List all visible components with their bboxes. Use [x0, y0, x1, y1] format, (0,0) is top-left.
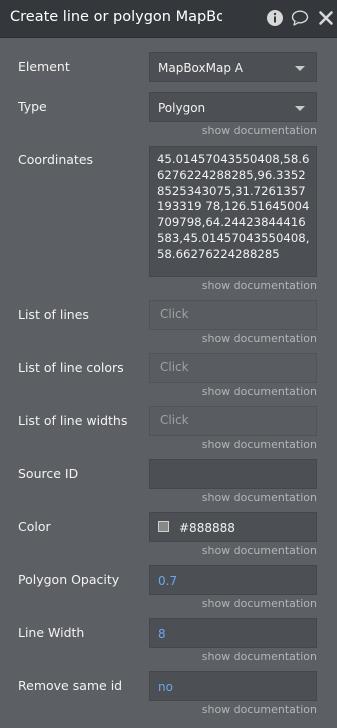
list-of-line-colors-click-button[interactable]: Click	[160, 360, 189, 374]
list-of-lines-show-documentation[interactable]: show documentation	[202, 332, 317, 345]
remove-same-id-label: Remove same id	[18, 678, 123, 693]
comment-icon[interactable]	[291, 9, 309, 27]
list-of-lines-click-button[interactable]: Click	[160, 307, 189, 321]
type-show-documentation[interactable]: show documentation	[202, 124, 317, 137]
list-of-line-colors-field[interactable]: Click	[149, 353, 317, 383]
line-width-show-documentation[interactable]: show documentation	[202, 650, 317, 663]
panel-title: Create line or polygon MapBoxM	[10, 9, 222, 25]
color-input[interactable]: #888888	[149, 512, 317, 542]
line-width-input[interactable]: 8	[149, 618, 317, 648]
polygon-opacity-show-documentation[interactable]: show documentation	[202, 597, 317, 610]
list-of-line-widths-label: List of line widths	[18, 413, 128, 428]
close-icon[interactable]	[317, 9, 335, 27]
remove-same-id-input[interactable]: no	[149, 671, 317, 701]
color-value: #888888	[179, 521, 235, 535]
list-of-lines-label: List of lines	[18, 307, 89, 322]
color-label: Color	[18, 519, 51, 534]
line-width-label: Line Width	[18, 625, 85, 640]
coordinates-label: Coordinates	[18, 152, 94, 167]
type-label: Type	[18, 99, 47, 114]
line-width-value: 8	[158, 627, 166, 641]
color-show-documentation[interactable]: show documentation	[202, 544, 317, 557]
remove-same-id-show-documentation[interactable]: show documentation	[202, 703, 317, 716]
source-id-label: Source ID	[18, 466, 79, 481]
info-icon[interactable]	[266, 9, 284, 27]
type-dropdown[interactable]: Polygon	[149, 92, 317, 122]
type-value: Polygon	[158, 101, 206, 115]
remove-same-id-value: no	[158, 680, 173, 694]
source-id-show-documentation[interactable]: show documentation	[202, 491, 317, 504]
element-value: MapBoxMap A	[158, 61, 243, 75]
polygon-opacity-input[interactable]: 0.7	[149, 565, 317, 595]
chevron-down-icon	[295, 106, 305, 111]
polygon-opacity-label: Polygon Opacity	[18, 572, 120, 587]
list-of-line-widths-field[interactable]: Click	[149, 406, 317, 436]
list-of-line-colors-show-documentation[interactable]: show documentation	[202, 385, 317, 398]
element-dropdown[interactable]: MapBoxMap A	[149, 52, 317, 82]
list-of-line-widths-show-documentation[interactable]: show documentation	[202, 438, 317, 451]
color-swatch[interactable]	[158, 521, 169, 532]
panel-header: Create line or polygon MapBoxM	[0, 0, 337, 38]
chevron-down-icon	[295, 66, 305, 71]
polygon-opacity-value: 0.7	[158, 574, 178, 588]
coordinates-input[interactable]: 45.01457043550408,58.66276224288285,96.3…	[149, 146, 317, 277]
list-of-line-colors-label: List of line colors	[18, 360, 124, 375]
list-of-lines-field[interactable]: Click	[149, 300, 317, 330]
element-label: Element	[18, 59, 70, 74]
coordinates-show-documentation[interactable]: show documentation	[202, 279, 317, 292]
list-of-line-widths-click-button[interactable]: Click	[160, 413, 189, 427]
source-id-input[interactable]	[149, 459, 317, 489]
